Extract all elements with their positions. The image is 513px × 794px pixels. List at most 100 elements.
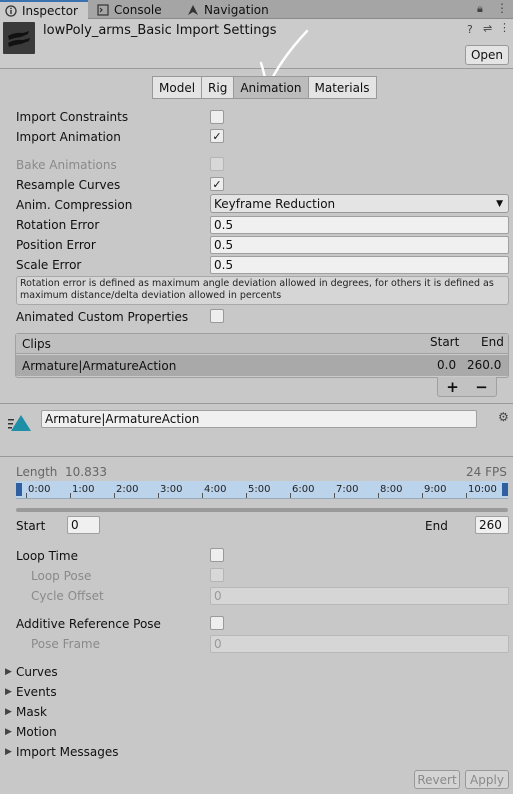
clip-name-field[interactable]: Armature|ArmatureAction	[41, 410, 477, 428]
help-icon[interactable]: ?	[467, 23, 473, 36]
start-field[interactable]: 0	[67, 516, 100, 534]
timeline-tick-label: 10:00	[468, 484, 497, 495]
gear-icon[interactable]: ⚙	[498, 410, 509, 424]
rotation-error-field[interactable]: 0.5	[210, 216, 509, 234]
end-label: End	[425, 519, 448, 533]
timeline-tick-mark	[202, 493, 203, 498]
scale-error-field[interactable]: 0.5	[210, 256, 509, 274]
scale-error-label: Scale Error	[16, 258, 82, 272]
animated-custom-properties-checkbox[interactable]	[210, 309, 224, 323]
apply-button[interactable]: Apply	[465, 770, 509, 789]
length-label: Length	[16, 465, 58, 479]
timeline-tick-mark	[290, 493, 291, 498]
clips-header: Clips Start End	[16, 334, 508, 354]
tab-animation[interactable]: Animation	[233, 76, 309, 99]
position-error-field[interactable]: 0.5	[210, 236, 509, 254]
foldout-label: Mask	[16, 705, 47, 719]
header-menu-icon[interactable]: ⋮	[499, 21, 510, 34]
tab-inspector-label: Inspector	[22, 3, 78, 18]
timeline-tick-mark	[422, 493, 423, 498]
info-icon	[5, 4, 17, 17]
end-column-header: End	[481, 335, 504, 349]
rotation-error-label: Rotation Error	[16, 218, 100, 232]
tab-navigation-label: Navigation	[204, 2, 269, 17]
start-handle-icon[interactable]	[16, 483, 22, 496]
timeline-tick-label: 0:00	[28, 484, 51, 495]
chevron-right-icon: ▶	[5, 667, 12, 677]
tab-navigation[interactable]: Navigation	[182, 0, 269, 19]
clip-start: 0.0	[437, 358, 457, 372]
window-tab-bar: Inspector Console Navigation 🔒︎ ⋮	[0, 0, 513, 19]
add-clip-button[interactable]: +	[446, 378, 459, 396]
import-constraints-label: Import Constraints	[16, 110, 129, 124]
anim-compression-dropdown[interactable]: Keyframe Reduction ▼	[210, 194, 509, 213]
timeline-tick-label: 7:00	[336, 484, 359, 495]
timeline-tick-mark	[246, 493, 247, 498]
clips-add-remove-bar: + −	[437, 377, 497, 397]
timeline-tick-label: 1:00	[72, 484, 95, 495]
tab-inspector[interactable]: Inspector	[0, 0, 88, 19]
timeline-ruler[interactable]: 0:00 1:00 2:00 3:00 4:00 5:00 6:00 7:00 8:00 9:00…	[16, 481, 508, 499]
preset-icon[interactable]: ⇌	[483, 22, 492, 35]
tab-console-label: Console	[114, 2, 162, 17]
pose-frame-label: Pose Frame	[31, 637, 100, 651]
resample-curves-checkbox[interactable]: ✓	[210, 177, 224, 191]
timeline-tick-mark	[466, 493, 467, 498]
revert-button[interactable]: Revert	[414, 770, 460, 789]
bake-animations-checkbox	[210, 157, 224, 171]
timeline-scrollbar[interactable]	[16, 508, 508, 512]
cycle-offset-field: 0	[210, 587, 509, 605]
mask-foldout[interactable]: ▶ Mask	[5, 705, 47, 719]
timeline-tick-mark	[70, 493, 71, 498]
chevron-right-icon: ▶	[5, 747, 12, 757]
animation-clip-icon	[8, 415, 31, 431]
lock-icon[interactable]: 🔒︎	[477, 2, 483, 16]
import-messages-foldout[interactable]: ▶ Import Messages	[5, 745, 119, 759]
anim-compression-label: Anim. Compression	[16, 198, 133, 212]
position-error-label: Position Error	[16, 238, 96, 252]
kebab-menu-icon[interactable]: ⋮	[496, 1, 508, 15]
clips-list: Clips Start End Armature|ArmatureAction …	[15, 333, 509, 378]
divider	[0, 456, 513, 457]
bake-animations-label: Bake Animations	[16, 158, 117, 172]
curves-foldout[interactable]: ▶ Curves	[5, 665, 58, 679]
chevron-down-icon: ▼	[496, 198, 503, 209]
timeline-tick-label: 5:00	[248, 484, 271, 495]
tab-rig[interactable]: Rig	[201, 76, 235, 99]
timeline-tick-label: 3:00	[160, 484, 183, 495]
navigation-icon	[188, 4, 198, 15]
check-icon: ✓	[212, 177, 222, 191]
table-row[interactable]: Armature|ArmatureAction 0.0 260.0	[16, 355, 508, 376]
open-button[interactable]: Open	[465, 45, 509, 65]
tab-materials[interactable]: Materials	[307, 76, 377, 99]
clip-name: Armature|ArmatureAction	[22, 359, 177, 373]
timeline-tick-label: 6:00	[292, 484, 315, 495]
loop-time-checkbox[interactable]	[210, 548, 224, 562]
events-foldout[interactable]: ▶ Events	[5, 685, 57, 699]
import-animation-label: Import Animation	[16, 130, 121, 144]
pose-frame-field: 0	[210, 635, 509, 653]
tab-console[interactable]: Console	[92, 0, 162, 19]
chevron-right-icon: ▶	[5, 687, 12, 697]
chevron-right-icon: ▶	[5, 707, 12, 717]
anim-compression-value: Keyframe Reduction	[214, 196, 336, 211]
divider	[0, 403, 513, 404]
model-preview-icon	[8, 31, 30, 47]
import-constraints-checkbox[interactable]	[210, 110, 224, 124]
clip-end: 260.0	[467, 358, 502, 372]
additive-reference-pose-checkbox[interactable]	[210, 616, 224, 630]
foldout-label: Motion	[16, 725, 57, 739]
remove-clip-button[interactable]: −	[475, 378, 488, 396]
timeline-tick-label: 4:00	[204, 484, 227, 495]
tab-model[interactable]: Model	[152, 76, 203, 99]
end-handle-icon[interactable]	[502, 483, 508, 496]
motion-foldout[interactable]: ▶ Motion	[5, 725, 57, 739]
inspector-header: lowPoly_arms_Basic Import Settings ? ⇌ ⋮…	[0, 19, 513, 94]
chevron-right-icon: ▶	[5, 727, 12, 737]
end-field[interactable]: 260	[475, 516, 509, 534]
import-animation-checkbox[interactable]: ✓	[210, 129, 224, 143]
asset-thumbnail	[3, 22, 35, 54]
timeline-tick-label: 8:00	[380, 484, 403, 495]
start-column-header: Start	[430, 335, 460, 349]
importer-tab-group: Model Rig Animation Materials	[152, 76, 377, 99]
